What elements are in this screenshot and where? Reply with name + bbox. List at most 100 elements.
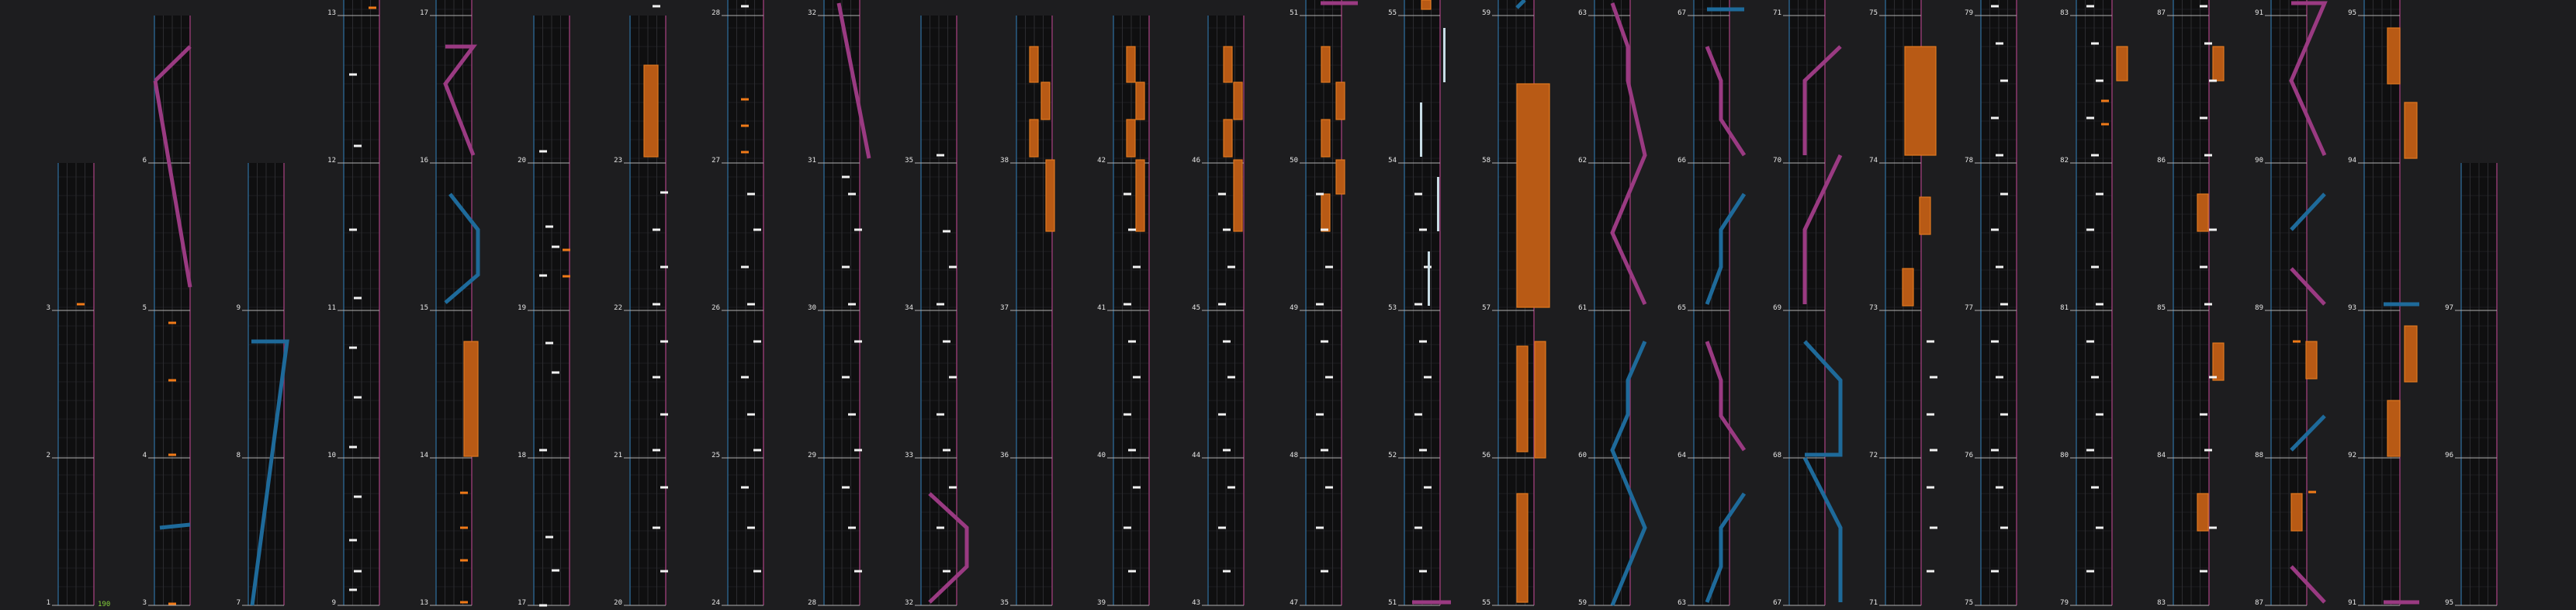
tap-note[interactable] xyxy=(2209,79,2217,82)
tap-note[interactable] xyxy=(2096,79,2103,82)
tap-note[interactable] xyxy=(1316,526,1324,529)
hold-note[interactable] xyxy=(463,341,479,457)
hold-note[interactable] xyxy=(1335,81,1345,120)
lane-column[interactable] xyxy=(1398,0,1441,606)
tap-note[interactable] xyxy=(2200,5,2207,8)
hold-note[interactable] xyxy=(1233,81,1243,120)
lane-column[interactable] xyxy=(430,0,473,606)
tap-note[interactable] xyxy=(1218,192,1226,196)
tap-note[interactable] xyxy=(1124,526,1131,529)
hold-note[interactable] xyxy=(1029,46,1039,83)
hold-note[interactable] xyxy=(2197,193,2209,232)
tap-note[interactable] xyxy=(349,346,357,349)
tap-note[interactable] xyxy=(660,191,668,194)
tap-note[interactable] xyxy=(460,601,468,604)
tap-note[interactable] xyxy=(2091,154,2099,157)
tap-note[interactable] xyxy=(753,449,761,452)
tap-note[interactable] xyxy=(2086,5,2094,8)
tap-note[interactable] xyxy=(168,379,176,382)
hold-note[interactable] xyxy=(1919,196,1931,235)
tap-note[interactable] xyxy=(1930,376,1937,379)
tap-note[interactable] xyxy=(1321,340,1328,343)
tap-note[interactable] xyxy=(1930,449,1937,452)
tap-note[interactable] xyxy=(2091,376,2099,379)
tap-note[interactable] xyxy=(1930,526,1937,529)
hold-note[interactable] xyxy=(1516,83,1550,308)
tap-note[interactable] xyxy=(1325,486,1333,489)
tap-note[interactable] xyxy=(2101,123,2109,126)
long-note[interactable] xyxy=(1428,251,1430,306)
tap-note[interactable] xyxy=(545,341,553,345)
tap-note[interactable] xyxy=(2200,265,2207,269)
chart-editor-canvas[interactable]: 1233456789910111213131415161717181920202… xyxy=(0,0,2576,610)
tap-note[interactable] xyxy=(753,228,761,231)
tap-note[interactable] xyxy=(539,449,547,452)
tap-note[interactable] xyxy=(854,570,862,573)
hold-note[interactable] xyxy=(643,64,659,158)
tap-note[interactable] xyxy=(2000,526,2008,529)
tap-note[interactable] xyxy=(1927,340,1934,343)
hold-note[interactable] xyxy=(1321,119,1331,158)
tap-note[interactable] xyxy=(1991,449,1999,452)
tap-note[interactable] xyxy=(653,526,660,529)
tap-note[interactable] xyxy=(1414,413,1422,416)
tap-note[interactable] xyxy=(937,526,944,529)
tap-note[interactable] xyxy=(2293,340,2301,343)
tap-note[interactable] xyxy=(1218,413,1226,416)
tap-note[interactable] xyxy=(653,303,660,306)
tap-note[interactable] xyxy=(2086,340,2094,343)
tap-note[interactable] xyxy=(2200,413,2207,416)
tap-note[interactable] xyxy=(937,413,944,416)
tap-note[interactable] xyxy=(354,495,362,498)
tap-note[interactable] xyxy=(349,539,357,542)
tap-note[interactable] xyxy=(2000,413,2008,416)
tap-note[interactable] xyxy=(2000,192,2008,196)
tap-note[interactable] xyxy=(741,486,749,489)
tap-note[interactable] xyxy=(1991,340,1999,343)
tap-note[interactable] xyxy=(747,192,755,196)
hold-note[interactable] xyxy=(1335,159,1345,195)
tap-note[interactable] xyxy=(949,486,957,489)
lane-column[interactable] xyxy=(1588,0,1631,606)
tap-note[interactable] xyxy=(1227,486,1235,489)
tap-note[interactable] xyxy=(545,535,553,539)
tap-note[interactable] xyxy=(741,5,749,8)
tap-note[interactable] xyxy=(937,303,944,306)
tap-note[interactable] xyxy=(539,604,547,607)
tap-note[interactable] xyxy=(660,570,668,573)
tap-note[interactable] xyxy=(2086,228,2094,231)
tap-note[interactable] xyxy=(2308,490,2316,494)
tap-note[interactable] xyxy=(753,340,761,343)
tap-note[interactable] xyxy=(1419,340,1427,343)
tap-note[interactable] xyxy=(949,265,957,269)
tap-note[interactable] xyxy=(1414,526,1422,529)
tap-note[interactable] xyxy=(741,265,749,269)
tap-note[interactable] xyxy=(1223,340,1231,343)
tap-note[interactable] xyxy=(854,340,862,343)
lane-column[interactable] xyxy=(338,0,380,606)
tap-note[interactable] xyxy=(1419,449,1427,452)
tap-note[interactable] xyxy=(2204,449,2212,452)
tap-note[interactable] xyxy=(2209,526,2217,529)
tap-note[interactable] xyxy=(460,559,468,562)
tap-note[interactable] xyxy=(1414,192,1422,196)
tap-note[interactable] xyxy=(747,526,755,529)
tap-note[interactable] xyxy=(1124,303,1131,306)
tap-note[interactable] xyxy=(552,371,559,374)
tap-note[interactable] xyxy=(2091,42,2099,45)
tap-note[interactable] xyxy=(354,396,362,399)
tap-note[interactable] xyxy=(1996,486,2003,489)
tap-note[interactable] xyxy=(369,6,376,9)
hold-note[interactable] xyxy=(2212,342,2225,381)
tap-note[interactable] xyxy=(2000,79,2008,82)
tap-note[interactable] xyxy=(747,303,755,306)
tap-note[interactable] xyxy=(848,192,856,196)
tap-note[interactable] xyxy=(1419,570,1427,573)
lane-column[interactable] xyxy=(1300,0,1342,606)
tap-note[interactable] xyxy=(1424,486,1432,489)
lane-column[interactable] xyxy=(52,163,95,606)
tap-note[interactable] xyxy=(660,265,668,269)
note-layer[interactable] xyxy=(77,0,2419,607)
tap-note[interactable] xyxy=(552,569,559,572)
tap-note[interactable] xyxy=(848,413,856,416)
